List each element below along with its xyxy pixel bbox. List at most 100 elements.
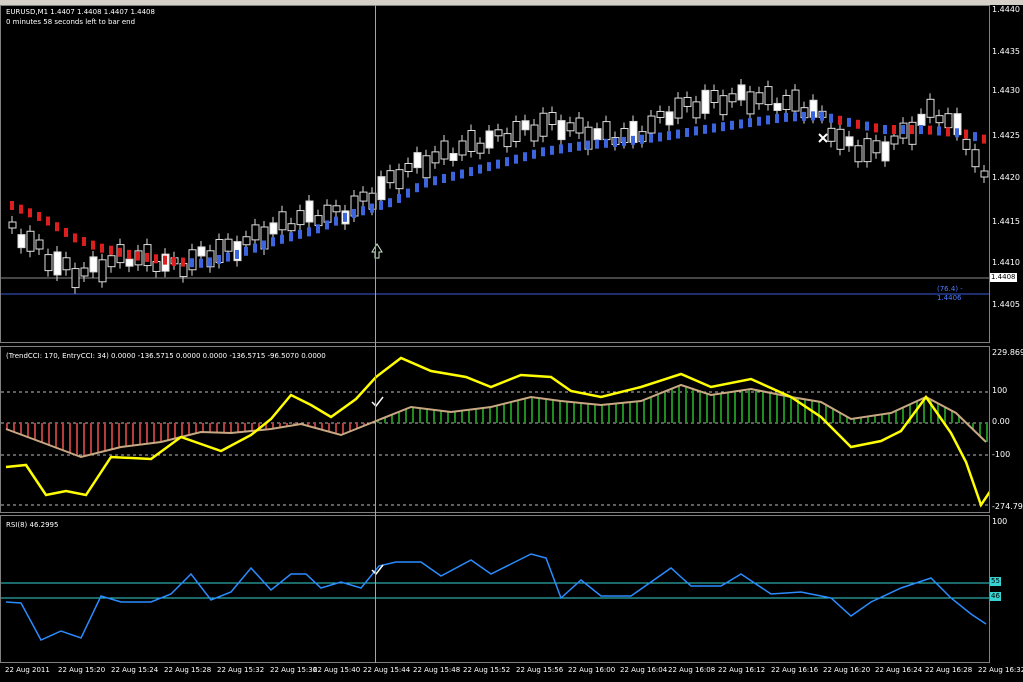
candle-body	[323, 204, 332, 223]
candle-body	[503, 133, 512, 148]
buy-arrow-icon	[371, 243, 383, 259]
time-tick: 22 Aug 2011	[5, 666, 50, 674]
candle-body	[944, 113, 953, 129]
ma-dot	[613, 137, 617, 147]
rsi-chart	[1, 553, 989, 641]
time-tick: 22 Aug 16:24	[875, 666, 923, 674]
candle-body	[494, 129, 503, 137]
ma-dot	[379, 200, 383, 210]
candle-body	[404, 163, 413, 172]
ma-dot	[64, 227, 68, 237]
ma-dot	[370, 203, 374, 213]
ma-dot	[874, 123, 878, 133]
ma-dot	[208, 257, 212, 267]
ma-dot	[640, 134, 644, 144]
ma-dot	[514, 154, 518, 164]
ma-dot	[28, 208, 32, 218]
cci-scale-bottom: -274.791	[992, 502, 1023, 511]
ma-dot	[586, 140, 590, 150]
ma-dot	[685, 127, 689, 137]
ma-dot	[361, 206, 365, 216]
ma-dot	[334, 216, 338, 226]
crosshair-vertical-line[interactable]	[375, 5, 376, 663]
price-chart-pane[interactable]: EURUSD,M1 1.4407 1.4408 1.4407 1.4408 0 …	[0, 5, 990, 343]
ma-dot	[100, 243, 104, 253]
candle-body	[980, 170, 989, 178]
ma-dot	[118, 247, 122, 257]
candle-body	[35, 239, 44, 250]
time-tick: 22 Aug 15:44	[363, 666, 411, 674]
ma-dot	[982, 134, 986, 144]
ma-dot	[568, 143, 572, 153]
time-tick: 22 Aug 15:20	[58, 666, 106, 674]
ma-dot	[955, 128, 959, 138]
candle-body	[917, 113, 926, 126]
check-mark-icon	[371, 396, 384, 408]
candle-body	[17, 234, 26, 249]
candle-body	[125, 258, 134, 267]
candle-body	[665, 111, 674, 126]
candle-body	[422, 155, 431, 179]
ma-dot	[901, 125, 905, 134]
cci-indicator-pane[interactable]: (TrendCCI: 170, EntryCCI: 34) 0.0000 -13…	[0, 346, 990, 513]
ma-dot	[739, 119, 743, 129]
candle-body	[593, 128, 602, 141]
ma-dot	[316, 224, 320, 234]
ma-dot	[433, 176, 437, 186]
ma-dot	[46, 216, 50, 226]
time-axis[interactable]: 22 Aug 2011 22 Aug 15:20 22 Aug 15:24 22…	[0, 663, 1023, 682]
candle-body	[935, 115, 944, 124]
candle-body	[485, 130, 494, 149]
ma-dot	[136, 251, 140, 261]
cci-axis[interactable]: 229.8698 100 0.00 -100 -274.791	[990, 346, 1023, 513]
price-axis[interactable]: 1.4440 1.4435 1.4430 1.4425 1.4420 1.441…	[990, 5, 1023, 343]
ma-dot	[244, 246, 248, 256]
candle-body	[395, 169, 404, 190]
ma-dot	[388, 198, 392, 208]
candle-body	[107, 255, 116, 268]
ma-dot	[289, 232, 293, 242]
cci-tick: 0.00	[992, 417, 1010, 426]
rsi-indicator-pane[interactable]: RSI(8) 46.2995	[0, 515, 990, 663]
ma-dot	[460, 169, 464, 179]
bar-timer: 0 minutes 58 seconds left to bar end	[6, 18, 136, 26]
candle-body	[80, 267, 89, 277]
time-tick: 22 Aug 15:36	[270, 666, 318, 674]
price-tick: 1.4435	[992, 47, 1020, 56]
ma-dot	[775, 114, 779, 124]
ma-dot	[856, 119, 860, 129]
candle-body	[278, 211, 287, 231]
rsi-level-high: 55	[990, 577, 1001, 586]
cci-title: (TrendCCI: 170, EntryCCI: 34) 0.0000 -13…	[6, 352, 326, 360]
ma-dot	[172, 257, 176, 266]
candle-body	[305, 200, 314, 223]
ma-dot	[415, 183, 419, 193]
rsi-axis[interactable]: 100 55 46	[990, 515, 1023, 663]
ma-dot	[577, 141, 581, 151]
ma-dot	[622, 137, 626, 146]
candle-body	[728, 93, 737, 103]
time-tick: 22 Aug 15:28	[164, 666, 212, 674]
candle-body	[431, 151, 440, 164]
time-tick: 22 Aug 15:24	[111, 666, 159, 674]
time-tick: 22 Aug 16:08	[668, 666, 716, 674]
ma-dot	[838, 115, 842, 125]
ma-dot	[883, 125, 887, 134]
price-tick: 1.4420	[992, 173, 1020, 182]
candle-body	[512, 121, 521, 142]
ma-dot	[199, 258, 203, 268]
ma-dot	[307, 227, 311, 237]
rsi-line	[5, 553, 987, 641]
candle-body	[701, 89, 710, 114]
candle-body	[872, 140, 881, 154]
ma-dot	[892, 125, 896, 134]
ma-dot	[676, 129, 680, 139]
candle-body	[269, 222, 278, 235]
candle-body	[962, 138, 971, 150]
candle-body	[224, 238, 233, 252]
ma-dot	[928, 125, 932, 135]
ma-dot	[766, 115, 770, 125]
price-tick: 1.4425	[992, 131, 1020, 140]
candle-body	[557, 120, 566, 141]
ma-dot	[721, 122, 725, 132]
